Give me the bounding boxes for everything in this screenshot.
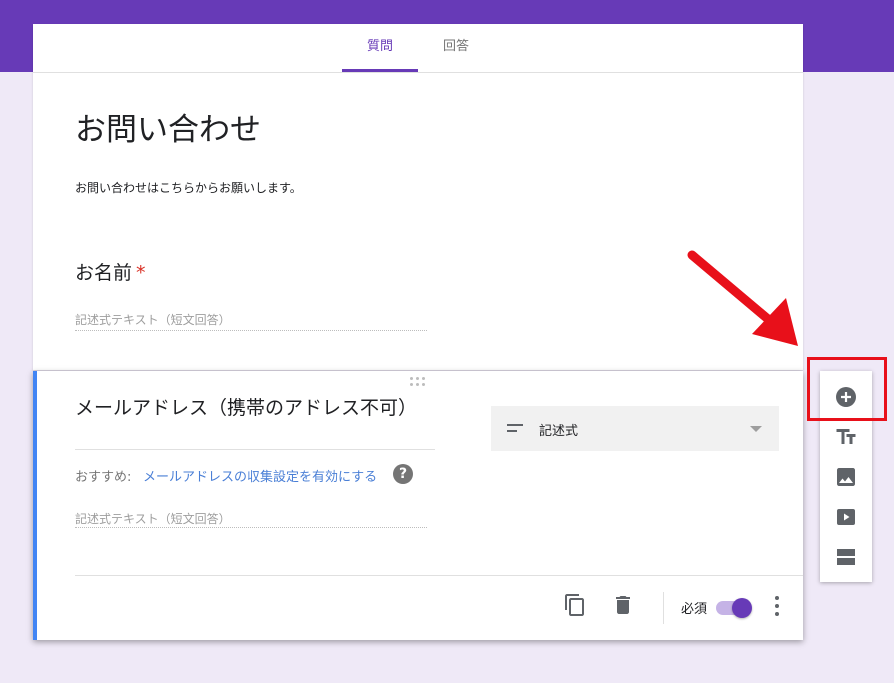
add-video-icon[interactable]	[834, 505, 858, 529]
enable-email-collection-link[interactable]: メールアドレスの収集設定を有効にする	[143, 466, 377, 485]
footer-separator	[663, 592, 664, 624]
form-header-card: 質問 回答 お問い合わせ お問い合わせはこちらからお願いします。 お名前 * 記述…	[33, 24, 803, 370]
question-type-label: 記述式	[539, 424, 579, 439]
delete-icon[interactable]	[611, 593, 635, 617]
active-question-indicator	[33, 371, 37, 640]
suggestion-prefix: おすすめ:	[75, 470, 132, 485]
add-title-icon[interactable]	[834, 425, 858, 449]
drag-handle-icon[interactable]	[410, 377, 428, 387]
tab-responses[interactable]: 回答	[418, 24, 494, 72]
question-email-title-input[interactable]: メールアドレス（携帯のアドレス不可）	[75, 395, 435, 450]
question-footer-divider	[75, 575, 803, 576]
dropdown-arrow-icon	[750, 426, 762, 432]
active-tab-indicator	[342, 69, 418, 72]
question-type-dropdown[interactable]: 記述式	[491, 406, 779, 451]
required-label: 必須	[681, 602, 708, 617]
question-email-card[interactable]: メールアドレス（携帯のアドレス不可） 記述式 おすすめ: メールアドレスの収集設…	[33, 371, 803, 640]
more-options-icon[interactable]	[773, 596, 781, 616]
required-toggle[interactable]	[716, 598, 752, 618]
add-section-icon[interactable]	[834, 545, 858, 569]
add-image-icon[interactable]	[834, 465, 858, 489]
tab-questions[interactable]: 質問	[342, 24, 418, 72]
required-asterisk: *	[136, 262, 146, 284]
form-description[interactable]: お問い合わせはこちらからお願いします。	[75, 179, 302, 196]
required-toggle-thumb	[732, 598, 752, 618]
question-email-answer-placeholder: 記述式テキスト（短文回答）	[75, 510, 427, 528]
question-name-answer-placeholder: 記述式テキスト（短文回答）	[75, 311, 427, 331]
duplicate-icon[interactable]	[563, 593, 587, 617]
question-name-title-text: お名前	[75, 262, 133, 284]
short-answer-icon	[507, 424, 523, 434]
form-title[interactable]: お問い合わせ	[75, 104, 261, 149]
question-name-title[interactable]: お名前 *	[75, 258, 146, 285]
tab-bar: 質問 回答	[33, 24, 803, 73]
help-icon[interactable]: ?	[393, 464, 413, 484]
highlight-box	[807, 357, 887, 421]
